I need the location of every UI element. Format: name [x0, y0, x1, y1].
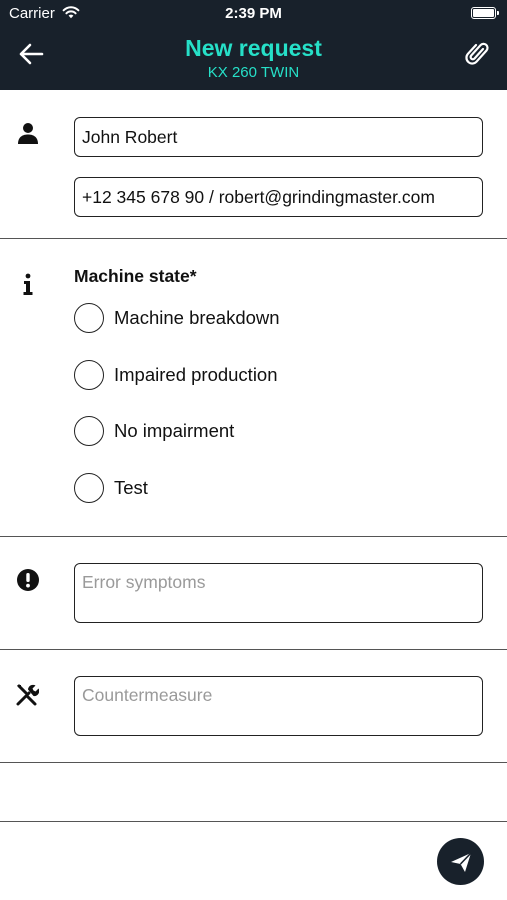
page-subtitle: KX 260 TWIN [207, 64, 300, 81]
top-bar: Carrier 2:39 PM New request KX 260 TWIN [0, 0, 507, 90]
divider [0, 649, 507, 650]
status-bar: Carrier 2:39 PM [0, 0, 507, 28]
machine-state-label: Machine state* [74, 266, 197, 286]
divider [0, 762, 507, 763]
clock-time: 2:39 PM [225, 5, 282, 22]
error-symptoms-field[interactable] [74, 563, 483, 623]
info-icon [23, 273, 33, 295]
contact-details-field[interactable] [74, 177, 483, 217]
radio-button[interactable] [74, 360, 104, 390]
radio-button[interactable] [74, 416, 104, 446]
radio-label: Test [114, 477, 148, 498]
send-paper-plane-icon [450, 851, 472, 872]
radio-test[interactable]: Test [74, 473, 148, 503]
radio-label: Machine breakdown [114, 307, 280, 328]
exclamation-circle-icon [17, 569, 39, 591]
radio-label: Impaired production [114, 364, 278, 385]
countermeasure-field[interactable] [74, 676, 483, 736]
radio-no-impairment[interactable]: No impairment [74, 416, 234, 446]
tools-icon [16, 684, 39, 706]
radio-impaired-production[interactable]: Impaired production [74, 360, 278, 390]
divider [0, 536, 507, 537]
radio-label: No impairment [114, 420, 235, 441]
radio-machine-breakdown[interactable]: Machine breakdown [74, 303, 280, 333]
name-field[interactable] [74, 117, 483, 157]
battery-icon [471, 7, 499, 19]
divider [0, 821, 507, 822]
radio-button[interactable] [74, 473, 104, 503]
paperclip-icon[interactable] [464, 40, 490, 68]
person-icon [18, 123, 38, 144]
radio-button[interactable] [74, 303, 104, 333]
send-button[interactable] [437, 838, 484, 885]
page-title: New request [185, 35, 322, 61]
divider [0, 238, 507, 239]
